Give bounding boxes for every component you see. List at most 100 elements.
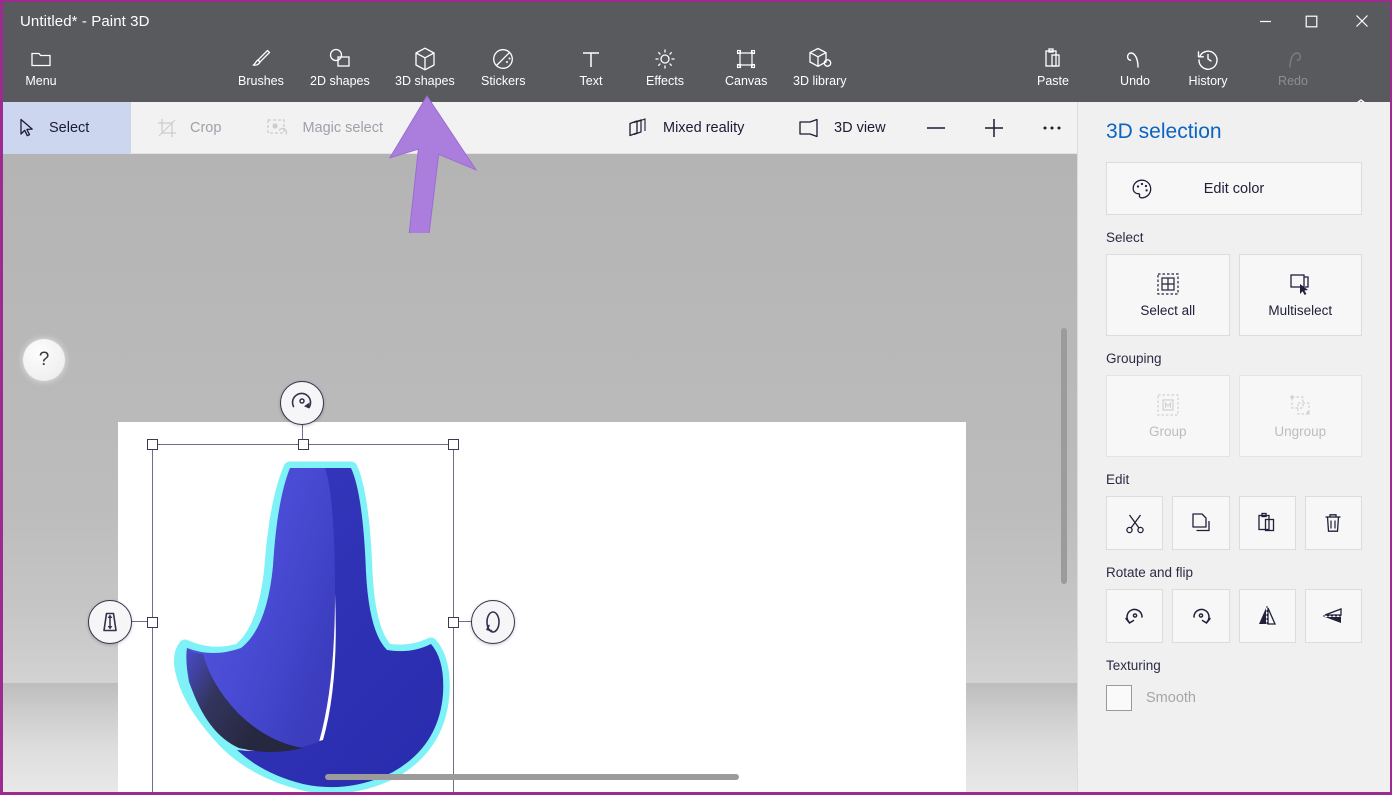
ribbon-item-stickers[interactable]: Stickers	[481, 40, 525, 88]
resize-handle-top-right[interactable]	[448, 439, 459, 450]
ribbon-label: Menu	[25, 74, 57, 88]
resize-handle-middle-right[interactable]	[448, 617, 459, 628]
trash-icon	[1325, 514, 1341, 532]
main-ribbon: Menu Brushes 2D shapes 3D shapes Sticker	[3, 40, 1390, 109]
ribbon-label: Brushes	[238, 74, 284, 88]
ribbon-label: Redo	[1278, 74, 1308, 88]
title-bar: Untitled* - Paint 3D	[3, 2, 1390, 40]
multiselect-label: Multiselect	[1268, 302, 1333, 318]
ribbon-label: Text	[579, 74, 603, 88]
panel-title: 3D selection	[1106, 120, 1222, 143]
plus-icon	[985, 118, 1003, 137]
smooth-label: Smooth	[1146, 690, 1196, 706]
copy-button[interactable]	[1172, 496, 1230, 550]
multiselect-icon	[1289, 273, 1311, 295]
edit-button-group	[1106, 496, 1362, 550]
ungroup-icon	[1289, 394, 1311, 416]
rotate-left-button[interactable]	[1106, 589, 1164, 643]
tool-crop[interactable]: Crop	[141, 102, 237, 154]
scale-icon	[103, 612, 117, 632]
select-all-button[interactable]: Select all	[1106, 254, 1230, 336]
grouping-button-group: Group Ungroup	[1106, 375, 1362, 457]
select-button-group: Select all Multiselect	[1106, 254, 1362, 336]
tool-crop-label: Crop	[190, 119, 222, 136]
tool-magic-select[interactable]: Magic select	[251, 102, 399, 154]
clipboard-icon	[1042, 46, 1064, 72]
minimize-button[interactable]	[1242, 2, 1288, 40]
paint3d-window: Untitled* - Paint 3D Menu Brushes 2D sha…	[0, 0, 1392, 795]
flip-vertical-button[interactable]	[1304, 589, 1362, 643]
ungroup-label: Ungroup	[1274, 423, 1327, 439]
ribbon-label: Paste	[1037, 74, 1069, 88]
gizmo-scale-vertical[interactable]	[88, 600, 132, 644]
help-button[interactable]: ?	[23, 339, 65, 381]
delete-button[interactable]	[1304, 496, 1362, 550]
section-label-rotate-flip: Rotate and flip	[1106, 565, 1194, 580]
paste-icon	[1258, 512, 1275, 532]
folder-icon	[30, 46, 52, 72]
maximize-button[interactable]	[1288, 2, 1334, 40]
tool-magic-select-label: Magic select	[302, 119, 384, 136]
ribbon-item-3d-shapes[interactable]: 3D shapes	[395, 40, 455, 88]
cube-search-icon	[807, 46, 833, 72]
ribbon-item-canvas[interactable]: Canvas	[725, 40, 767, 88]
multiselect-button[interactable]: Multiselect	[1238, 254, 1362, 336]
canvas-workspace[interactable]: ?	[3, 154, 1079, 792]
gizmo-rotate-y[interactable]	[471, 600, 515, 644]
smooth-checkbox[interactable]	[1106, 685, 1132, 711]
flip-vertical-icon	[1323, 608, 1344, 623]
ribbon-label: Effects	[646, 74, 684, 88]
ribbon-item-redo: Redo	[1273, 40, 1313, 88]
edit-color-label: Edit color	[1203, 180, 1265, 197]
ribbon-item-2d-shapes[interactable]: 2D shapes	[310, 40, 370, 88]
rotate-left-icon	[1124, 608, 1143, 624]
ribbon-item-text[interactable]: Text	[571, 40, 611, 88]
rotate-y-icon	[486, 611, 500, 633]
ribbon-label: 3D library	[793, 74, 847, 88]
window-controls	[1242, 2, 1390, 40]
3d-view-icon	[797, 118, 821, 138]
right-panel: 3D selection Edit color Select Select al…	[1077, 102, 1390, 792]
tool-3d-view-label: 3D view	[834, 119, 886, 136]
group-button: Group	[1106, 375, 1230, 457]
selection-bounding-box[interactable]	[147, 439, 459, 792]
vertical-scrollbar[interactable]	[1061, 328, 1067, 584]
ribbon-item-effects[interactable]: Effects	[645, 40, 685, 88]
zoom-out-button[interactable]	[907, 102, 965, 154]
rotate-clockwise-icon	[291, 392, 312, 409]
rotate-flip-button-group	[1106, 589, 1362, 643]
crop-icon	[157, 118, 177, 138]
tool-select-label: Select	[49, 119, 90, 136]
resize-handle-middle-left[interactable]	[147, 617, 158, 628]
horizontal-scrollbar[interactable]	[325, 774, 739, 780]
rotate-right-button[interactable]	[1172, 589, 1230, 643]
paste-button[interactable]	[1238, 496, 1296, 550]
tool-mixed-reality[interactable]: Mixed reality	[611, 102, 760, 154]
tool-select[interactable]: Select	[3, 101, 131, 154]
more-options-button[interactable]	[1023, 102, 1081, 154]
ribbon-item-3d-library[interactable]: 3D library	[793, 40, 847, 88]
resize-handle-top-left[interactable]	[147, 439, 158, 450]
edit-color-button[interactable]: Edit color	[1106, 162, 1362, 215]
gizmo-rotate-z[interactable]	[280, 381, 324, 425]
ellipsis-icon	[1043, 126, 1061, 129]
flip-horizontal-icon	[1259, 606, 1277, 626]
flip-horizontal-button[interactable]	[1238, 589, 1296, 643]
ribbon-item-brushes[interactable]: Brushes	[238, 40, 284, 88]
group-icon	[1157, 393, 1179, 416]
ribbon-label: History	[1188, 74, 1228, 88]
ribbon-item-paste[interactable]: Paste	[1033, 40, 1073, 88]
resize-handle-top-center[interactable]	[298, 439, 309, 450]
section-label-edit: Edit	[1106, 472, 1130, 487]
close-button[interactable]	[1334, 2, 1390, 40]
cut-button[interactable]	[1106, 496, 1164, 550]
tool-3d-view[interactable]: 3D view	[781, 102, 902, 154]
zoom-in-button[interactable]	[965, 102, 1023, 154]
group-label: Group	[1148, 423, 1187, 439]
text-icon	[580, 46, 602, 72]
ribbon-item-undo[interactable]: Undo	[1115, 40, 1155, 88]
smooth-checkbox-row[interactable]: Smooth	[1106, 685, 1362, 711]
ribbon-item-menu[interactable]: Menu	[21, 40, 61, 88]
ribbon-item-history[interactable]: History	[1188, 40, 1228, 88]
redo-icon	[1281, 46, 1305, 72]
